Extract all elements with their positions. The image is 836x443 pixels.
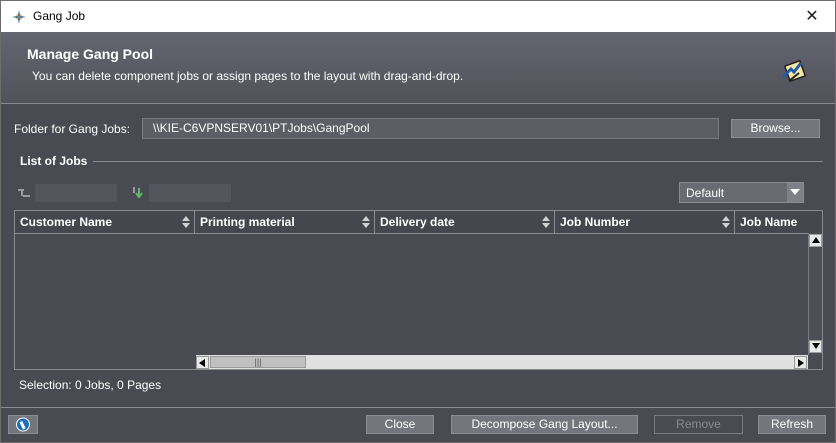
browse-button[interactable]: Browse... xyxy=(731,119,820,138)
remove-button[interactable]: Remove xyxy=(654,415,743,434)
gang-pool-icon xyxy=(781,59,807,83)
horizontal-scroll-thumb[interactable]: ||| xyxy=(210,356,306,368)
horizontal-scrollbar[interactable]: ||| xyxy=(196,355,808,369)
scroll-down-button[interactable] xyxy=(809,340,822,353)
selection-status: Selection: 0 Jobs, 0 Pages xyxy=(19,378,162,392)
footer-divider xyxy=(1,407,835,408)
column-label: Delivery date xyxy=(380,215,455,229)
filter-field-2[interactable] xyxy=(149,184,231,202)
vertical-scrollbar[interactable] xyxy=(808,233,822,355)
arrow-up-icon xyxy=(812,237,820,243)
title-bar: Gang Job ✕ xyxy=(1,1,835,32)
header-banner: Manage Gang Pool You can delete componen… xyxy=(1,32,835,104)
column-label: Job Name xyxy=(740,215,798,229)
list-of-jobs-heading: List of Jobs xyxy=(20,154,88,168)
sort-icon xyxy=(182,216,190,228)
decompose-gang-layout-button[interactable]: Decompose Gang Layout... xyxy=(451,415,638,434)
column-label: Job Number xyxy=(560,215,631,229)
page-title: Manage Gang Pool xyxy=(27,46,154,62)
column-label: Printing material xyxy=(200,215,295,229)
sort-icon xyxy=(542,216,550,228)
column-job-name[interactable]: Job Name xyxy=(735,211,815,233)
arrow-right-icon xyxy=(798,359,804,367)
arrow-left-icon xyxy=(199,359,205,367)
column-delivery-date[interactable]: Delivery date xyxy=(375,211,555,233)
column-label: Customer Name xyxy=(20,215,113,229)
filter-field-1[interactable] xyxy=(35,184,117,202)
sort-icon xyxy=(362,216,370,228)
close-button[interactable]: Close xyxy=(366,415,434,434)
section-divider xyxy=(93,161,823,162)
sort-down-icon[interactable] xyxy=(131,186,145,200)
table-header: Customer Name Printing material Delivery… xyxy=(15,211,822,234)
folder-path-field[interactable]: \\KIE-C6VPNSERV01\PTJobs\GangPool xyxy=(142,118,719,139)
collapse-filter-icon[interactable] xyxy=(17,186,31,200)
folder-label: Folder for Gang Jobs: xyxy=(14,122,131,136)
close-window-button[interactable]: ✕ xyxy=(789,1,835,32)
view-select[interactable]: Default xyxy=(679,182,804,203)
scroll-left-button[interactable] xyxy=(196,356,209,369)
gang-job-window: Gang Job ✕ Manage Gang Pool You can dele… xyxy=(0,0,836,443)
refresh-button[interactable]: Refresh xyxy=(758,415,826,434)
help-button[interactable] xyxy=(8,415,38,434)
arrow-down-icon xyxy=(812,343,820,349)
scroll-up-button[interactable] xyxy=(809,234,822,247)
help-icon xyxy=(16,417,30,432)
column-customer-name[interactable]: Customer Name xyxy=(15,211,195,233)
scroll-right-button[interactable] xyxy=(794,356,807,369)
app-icon xyxy=(12,10,26,24)
window-title: Gang Job xyxy=(33,9,86,23)
sort-icon xyxy=(722,216,730,228)
column-printing-material[interactable]: Printing material xyxy=(195,211,375,233)
page-subtitle: You can delete component jobs or assign … xyxy=(32,69,464,83)
column-job-number[interactable]: Job Number xyxy=(555,211,735,233)
view-select-value: Default xyxy=(686,186,725,200)
chevron-down-icon[interactable] xyxy=(787,183,803,202)
jobs-table: Customer Name Printing material Delivery… xyxy=(14,210,823,370)
table-corner xyxy=(808,211,822,233)
